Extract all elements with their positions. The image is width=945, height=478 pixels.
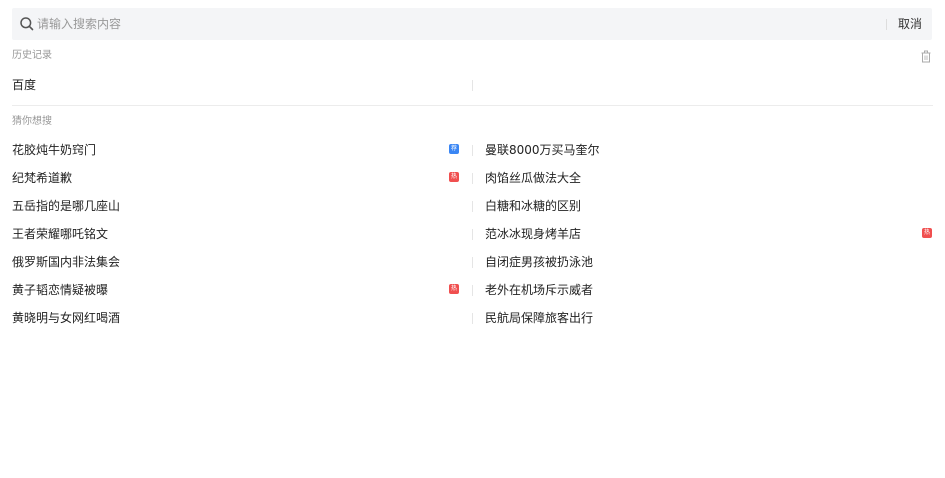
suggest-item[interactable]: 肉馅丝瓜做法大全 [485, 169, 933, 187]
history-divider [472, 80, 473, 91]
suggest-item[interactable]: 王者荣耀哪吒铭文 [12, 225, 460, 243]
suggest-row: 黄晓明与女网红喝酒 民航局保障旅客出行 [12, 309, 933, 327]
suggest-item-label: 范冰冰现身烤羊店 [485, 227, 582, 241]
suggest-item-label: 老外在机场斥示威者 [485, 283, 594, 297]
suggest-item-label: 曼联8000万买马奎尔 [485, 143, 600, 157]
suggest-item[interactable]: 纪梵希道歉 热 [12, 169, 460, 187]
column-divider [472, 257, 473, 268]
hot-badge: 热 [449, 284, 459, 294]
section-divider [12, 105, 933, 106]
suggest-item[interactable]: 曼联8000万买马奎尔 [485, 141, 933, 159]
hot-badge: 热 [449, 172, 459, 182]
cancel-divider [886, 19, 887, 30]
suggest-item[interactable]: 俄罗斯国内非法集会 [12, 253, 460, 271]
suggest-item-label: 俄罗斯国内非法集会 [12, 255, 121, 269]
suggest-item[interactable]: 五岳指的是哪几座山 [12, 197, 460, 215]
suggest-item[interactable]: 民航局保障旅客出行 [485, 309, 933, 327]
history-item[interactable]: 百度 [12, 77, 36, 93]
suggest-item[interactable]: 花胶炖牛奶窍门 荐 [12, 141, 460, 159]
suggest-item[interactable]: 范冰冰现身烤羊店 热 [485, 225, 933, 243]
column-divider [472, 285, 473, 296]
suggest-row: 黄子韬恋情疑被曝 热 老外在机场斥示威者 [12, 281, 933, 299]
suggest-row: 王者荣耀哪吒铭文 范冰冰现身烤羊店 热 [12, 225, 933, 243]
suggest-row: 俄罗斯国内非法集会 自闭症男孩被扔泳池 [12, 253, 933, 271]
suggest-title: 猜你想搜 [12, 116, 52, 127]
suggest-item-label: 纪梵希道歉 [12, 171, 73, 185]
recommend-badge: 荐 [449, 144, 459, 154]
suggest-row: 五岳指的是哪几座山 白糖和冰糖的区别 [12, 197, 933, 215]
column-divider [472, 229, 473, 240]
search-icon [20, 17, 34, 31]
suggest-item[interactable]: 自闭症男孩被扔泳池 [485, 253, 933, 271]
suggest-row: 纪梵希道歉 热 肉馅丝瓜做法大全 [12, 169, 933, 187]
column-divider [472, 201, 473, 212]
suggest-item-label: 自闭症男孩被扔泳池 [485, 255, 594, 269]
cancel-button[interactable]: 取消 [898, 8, 932, 40]
column-divider [472, 313, 473, 324]
suggest-row: 花胶炖牛奶窍门 荐 曼联8000万买马奎尔 [12, 141, 933, 159]
hot-badge: 热 [922, 228, 932, 238]
history-title: 历史记录 [12, 50, 52, 61]
trash-icon[interactable] [920, 50, 932, 63]
search-bar: 取消 [12, 8, 932, 40]
suggest-item-label: 肉馅丝瓜做法大全 [485, 171, 582, 185]
column-divider [472, 145, 473, 156]
suggest-item[interactable]: 白糖和冰糖的区别 [485, 197, 933, 215]
suggest-item-label: 五岳指的是哪几座山 [12, 199, 121, 213]
suggest-item[interactable]: 黄晓明与女网红喝酒 [12, 309, 460, 327]
suggest-item-label: 王者荣耀哪吒铭文 [12, 227, 109, 241]
suggest-item-label: 民航局保障旅客出行 [485, 311, 594, 325]
suggest-item-label: 白糖和冰糖的区别 [485, 199, 582, 213]
column-divider [472, 173, 473, 184]
suggest-item-label: 黄晓明与女网红喝酒 [12, 311, 121, 325]
suggest-item-label: 花胶炖牛奶窍门 [12, 143, 97, 157]
search-input[interactable] [37, 8, 857, 40]
suggest-item[interactable]: 黄子韬恋情疑被曝 热 [12, 281, 460, 299]
suggest-item-label: 黄子韬恋情疑被曝 [12, 283, 109, 297]
suggest-item[interactable]: 老外在机场斥示威者 [485, 281, 933, 299]
